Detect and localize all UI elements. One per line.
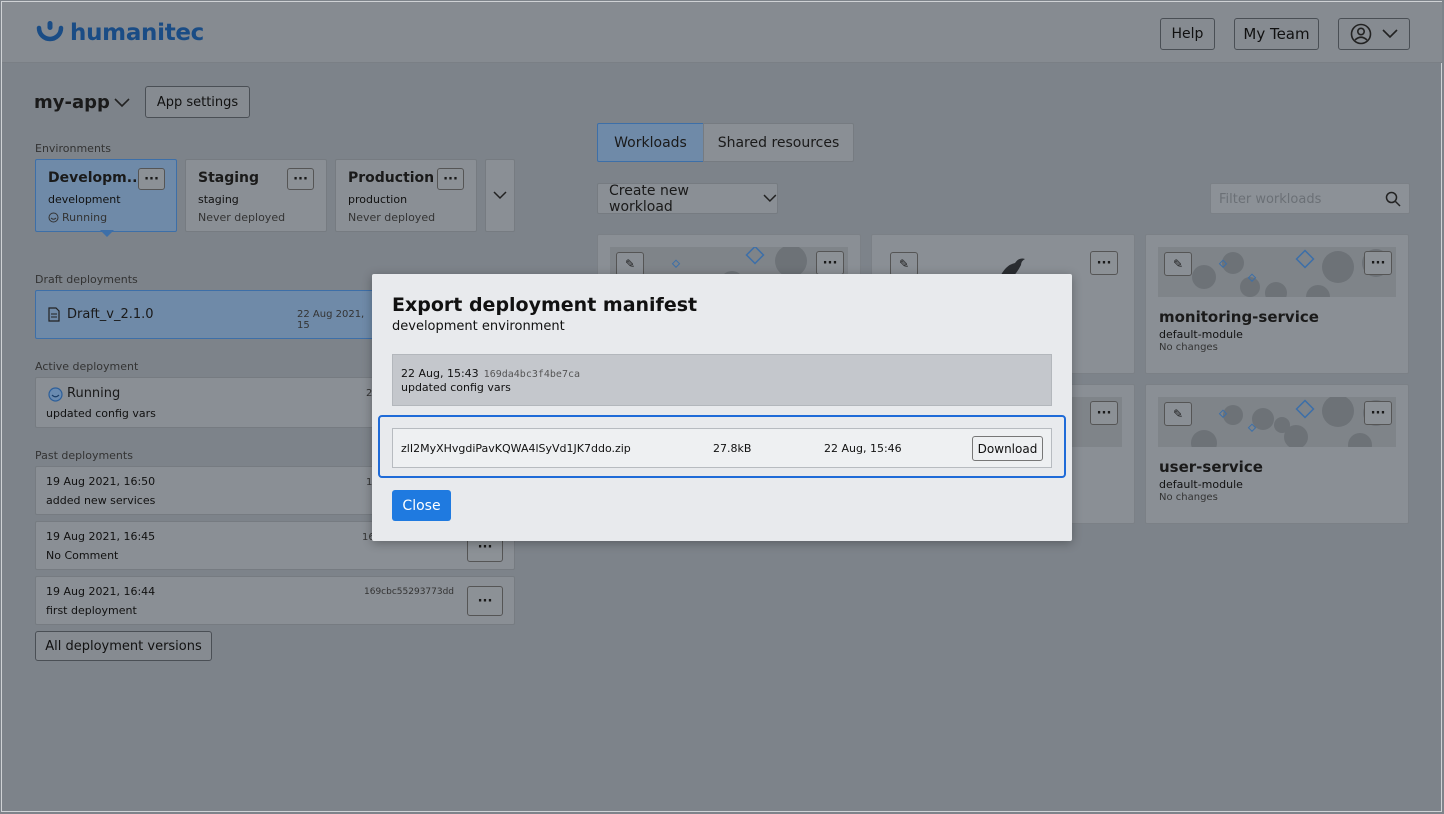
- workload-card-monitoring-service[interactable]: ✎ ··· monitoring-service default-module …: [1145, 234, 1409, 374]
- past-deployment-date: 19 Aug 2021, 16:50: [46, 475, 156, 488]
- export-file-row: zlI2MyXHvgdiPavKQWA4lSyVd1JK7ddo.zip 27.…: [392, 428, 1052, 468]
- workload-more-button[interactable]: ···: [1090, 401, 1118, 425]
- search-icon: [1385, 191, 1401, 207]
- my-team-button[interactable]: My Team: [1234, 18, 1319, 50]
- workload-changes: No changes: [1159, 342, 1218, 353]
- running-status-icon: [48, 387, 63, 402]
- help-button[interactable]: Help: [1160, 18, 1215, 50]
- filter-workloads-input[interactable]: Filter workloads: [1219, 192, 1321, 207]
- environment-card-staging[interactable]: Staging staging Never deployed ···: [185, 159, 327, 232]
- tab-workloads[interactable]: Workloads: [597, 123, 704, 162]
- environment-card-development[interactable]: Developm... development Running ···: [35, 159, 177, 237]
- active-deployment-item[interactable]: Running updated config vars 2: [35, 377, 375, 428]
- selected-deployment-row: 22 Aug, 15:43 169da4bc3f4be7ca updated c…: [392, 354, 1052, 406]
- chevron-down-icon: [763, 194, 777, 203]
- workload-illustration: [1158, 247, 1396, 297]
- create-workload-label: Create new workload: [609, 182, 689, 215]
- deployment-hash: 169da4bc3f4be7ca: [483, 369, 580, 380]
- past-deployment-comment: first deployment: [46, 604, 137, 617]
- file-name: zlI2MyXHvgdiPavKQWA4lSyVd1JK7ddo.zip: [401, 442, 631, 455]
- environment-status: Never deployed: [348, 211, 436, 224]
- file-size: 27.8kB: [713, 442, 752, 455]
- past-deployment-item[interactable]: 19 Aug 2021, 16:44 first deployment 169c…: [35, 576, 515, 625]
- environment-more-button[interactable]: ···: [437, 168, 464, 190]
- workload-card-user-service[interactable]: ✎ ··· user-service default-module No cha…: [1145, 384, 1409, 524]
- download-button[interactable]: Download: [972, 436, 1043, 461]
- app-settings-button[interactable]: App settings: [145, 86, 250, 118]
- pin-icon[interactable]: ✎: [1164, 252, 1192, 276]
- past-deployment-date: 19 Aug 2021, 16:44: [46, 585, 156, 598]
- app-selector[interactable]: my-app: [34, 92, 130, 113]
- environment-status: Running: [62, 211, 108, 224]
- past-deployments-label: Past deployments: [35, 449, 133, 462]
- app-name: my-app: [34, 92, 110, 113]
- workload-illustration: [1158, 397, 1396, 447]
- deployment-date: 22 Aug, 15:43: [401, 367, 479, 380]
- environment-status: Never deployed: [198, 211, 286, 224]
- draft-date: 22 Aug 2021, 15: [297, 309, 365, 331]
- top-bar: humanitec Help My Team: [2, 2, 1442, 63]
- workload-name: monitoring-service: [1159, 308, 1319, 326]
- workload-more-button[interactable]: ···: [1090, 251, 1118, 275]
- environment-card-production[interactable]: Production production Never deployed ···: [335, 159, 477, 232]
- all-deployment-versions-button[interactable]: All deployment versions: [35, 631, 212, 661]
- environment-more-button[interactable]: ···: [287, 168, 314, 190]
- workload-more-button[interactable]: ···: [816, 251, 844, 275]
- create-new-workload-button[interactable]: Create new workload: [597, 182, 778, 215]
- past-deployment-comment: added new services: [46, 494, 156, 507]
- active-deployment-label: Active deployment: [35, 360, 139, 373]
- pin-icon[interactable]: ✎: [890, 252, 918, 276]
- user-menu-button[interactable]: [1338, 18, 1410, 50]
- environment-name: Production: [348, 170, 435, 186]
- deployment-more-button[interactable]: ···: [467, 586, 503, 616]
- dialog-subtitle: development environment: [392, 319, 565, 334]
- chevron-down-icon: [493, 191, 507, 200]
- export-manifest-dialog: Export deployment manifest development e…: [372, 274, 1072, 541]
- environment-id: staging: [198, 193, 239, 206]
- logo-text: humanitec: [70, 20, 205, 46]
- past-deployment-comment: No Comment: [46, 549, 119, 562]
- workload-more-button[interactable]: ···: [1364, 251, 1392, 275]
- environment-id: development: [48, 193, 121, 206]
- humanitec-logo[interactable]: humanitec: [36, 20, 204, 46]
- active-status: Running: [67, 386, 121, 401]
- environment-id: production: [348, 193, 408, 206]
- pin-icon[interactable]: ✎: [1164, 402, 1192, 426]
- close-button[interactable]: Close: [392, 490, 451, 521]
- past-deployment-date: 19 Aug 2021, 16:45: [46, 530, 156, 543]
- environment-name: Staging: [198, 170, 260, 186]
- humanitec-logo-icon: [36, 20, 64, 46]
- environments-label: Environments: [35, 142, 111, 155]
- running-status-icon: [48, 212, 59, 223]
- selected-indicator-icon: [100, 230, 114, 237]
- workload-module: default-module: [1159, 328, 1243, 341]
- workload-changes: No changes: [1159, 492, 1218, 503]
- deployment-comment: updated config vars: [401, 381, 511, 394]
- past-deployment-hash: 169cbc55293773dd: [364, 587, 455, 597]
- draft-name: Draft_v_2.1.0: [67, 307, 154, 322]
- tab-shared-resources[interactable]: Shared resources: [703, 123, 854, 162]
- user-avatar-icon: [1350, 23, 1372, 45]
- draft-deployments-label: Draft deployments: [35, 273, 138, 286]
- document-icon: [48, 307, 60, 322]
- chevron-down-icon: [1382, 29, 1398, 39]
- environment-name: Developm...: [48, 170, 143, 186]
- draft-deployment-item[interactable]: Draft_v_2.1.0 22 Aug 2021, 15: [35, 290, 375, 339]
- environment-more-button[interactable]: ···: [138, 168, 165, 190]
- file-date: 22 Aug, 15:46: [824, 442, 902, 455]
- environments-expand-button[interactable]: [485, 159, 515, 232]
- pin-icon[interactable]: ✎: [616, 252, 644, 276]
- workload-name: user-service: [1159, 458, 1263, 476]
- workload-module: default-module: [1159, 478, 1243, 491]
- filter-workloads-field[interactable]: Filter workloads: [1210, 183, 1410, 214]
- dialog-title: Export deployment manifest: [392, 294, 698, 316]
- workload-more-button[interactable]: ···: [1364, 401, 1392, 425]
- export-file-highlight: zlI2MyXHvgdiPavKQWA4lSyVd1JK7ddo.zip 27.…: [378, 415, 1066, 478]
- chevron-down-icon: [114, 97, 130, 107]
- active-comment: updated config vars: [46, 407, 156, 420]
